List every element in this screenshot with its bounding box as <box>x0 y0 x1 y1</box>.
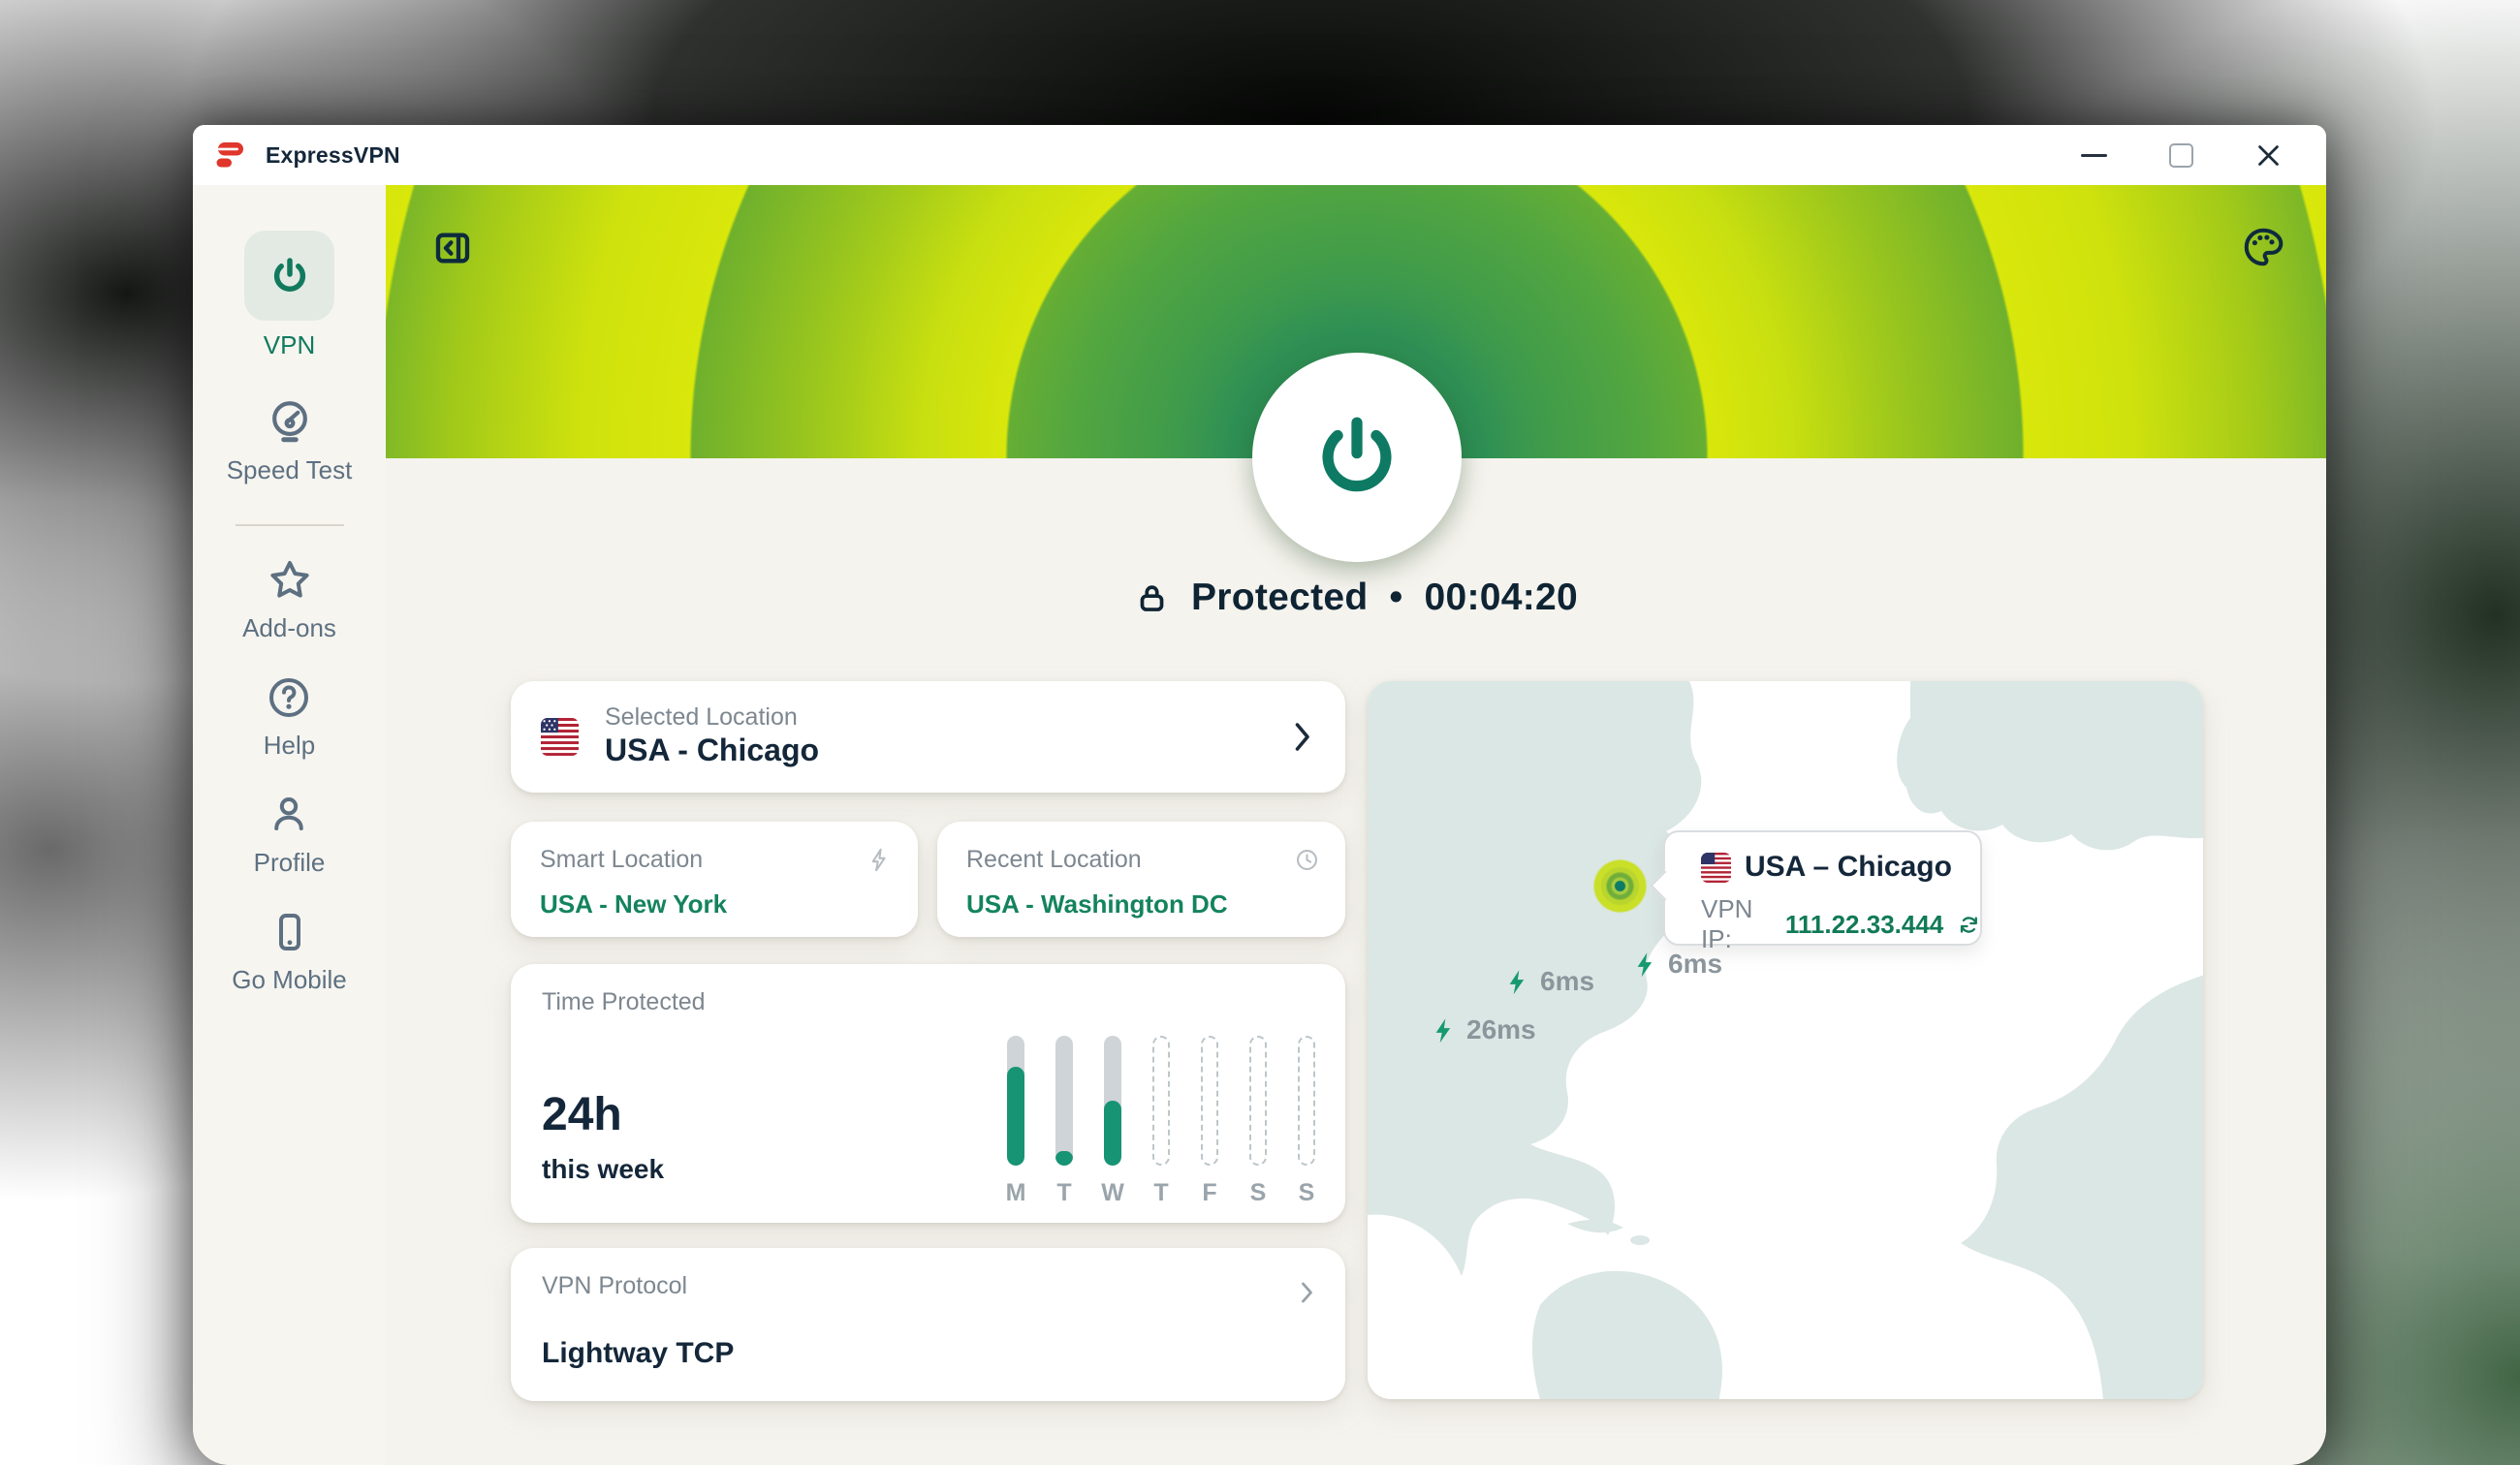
time-protected-card: Time Protected 24h this week MTWTFSS <box>511 964 1345 1223</box>
sidebar-item-label: Add-ons <box>242 613 336 642</box>
status-separator: • <box>1389 577 1403 618</box>
expressvpn-window: ExpressVPN VPN Speed Test Add-ons Help P… <box>193 125 2326 1465</box>
palette-icon[interactable] <box>2242 226 2284 268</box>
selected-location-value: USA - Chicago <box>605 732 820 767</box>
smart-location-value: USA - New York <box>540 889 728 919</box>
vpn-tile <box>244 231 334 321</box>
chart-bar-0: M <box>1006 1036 1025 1207</box>
sidebar-item-profile[interactable]: Profile <box>253 792 326 878</box>
sidebar-item-label: Speed Test <box>226 455 353 484</box>
connected-location-marker[interactable] <box>1592 858 1648 914</box>
chart-bar-3: T <box>1152 1036 1170 1207</box>
sidebar-item-label: VPN <box>263 330 316 359</box>
help-circle-icon <box>269 678 309 717</box>
connect-power-button[interactable] <box>1252 353 1462 562</box>
latency-marker: 6ms <box>1503 966 1594 997</box>
chart-bar-2: W <box>1101 1036 1124 1207</box>
sidebar-item-help[interactable]: Help <box>264 674 315 761</box>
smart-location-card[interactable]: Smart Location USA - New York <box>511 822 918 937</box>
power-icon <box>1322 417 1392 492</box>
sidebar-collapse-icon[interactable] <box>433 229 472 267</box>
clock-icon <box>1297 850 1317 870</box>
sidebar-item-label: Help <box>263 731 316 760</box>
sidebar: VPN Speed Test Add-ons Help Profile Go M… <box>193 185 387 1465</box>
main-area: Protected • 00:04:20 Selected Location U… <box>386 185 2326 1465</box>
latency-marker: 6ms <box>1631 949 1722 980</box>
latency-value: 6ms <box>1668 949 1723 979</box>
status-label: Protected <box>1190 577 1369 618</box>
time-protected-total: 24h <box>542 1089 622 1140</box>
smartphone-icon <box>278 914 300 951</box>
expressvpn-logo-icon <box>216 142 243 168</box>
smart-location-label: Smart Location <box>540 846 704 873</box>
map-card: USA – Chicago VPN IP: 111.22.33.444 6ms <box>1368 681 2203 1399</box>
sidebar-item-add-ons[interactable]: Add-ons <box>242 557 336 643</box>
recent-location-value: USA - Washington DC <box>966 889 1228 919</box>
vpn-ip-label: VPN IP: <box>1701 894 1753 953</box>
connection-status-row: Protected • 00:04:20 <box>386 577 2326 619</box>
maximize-icon[interactable] <box>2169 142 2193 168</box>
lightning-bolt-icon <box>871 848 886 872</box>
chevron-right-icon <box>1295 723 1309 751</box>
chart-bar-5: S <box>1249 1036 1267 1207</box>
time-protected-label: Time Protected <box>542 988 706 1015</box>
latency-value: 6ms <box>1540 966 1595 996</box>
selected-location-label: Selected Location <box>605 703 798 731</box>
power-icon <box>273 257 305 292</box>
user-icon <box>274 797 304 830</box>
sidebar-item-label: Profile <box>253 848 326 877</box>
vpn-protocol-card[interactable]: VPN Protocol Lightway TCP <box>511 1248 1345 1401</box>
map-tooltip: USA – Chicago VPN IP: 111.22.33.444 <box>1650 830 1982 953</box>
chart-bar-6: S <box>1298 1036 1315 1207</box>
lock-icon <box>1140 584 1164 611</box>
us-flag-icon <box>1701 852 1731 883</box>
status-timer: 00:04:20 <box>1424 577 1579 618</box>
minimize-icon[interactable] <box>2081 153 2107 157</box>
chart-bar-1: T <box>1055 1036 1073 1207</box>
speedometer-icon <box>271 401 307 443</box>
sidebar-item-go-mobile[interactable]: Go Mobile <box>232 909 347 995</box>
recent-location-card[interactable]: Recent Location USA - Washington DC <box>937 822 1345 937</box>
window-title: ExpressVPN <box>266 141 400 168</box>
recent-location-label: Recent Location <box>966 846 1142 873</box>
lightning-bolt-icon <box>1509 969 1525 994</box>
sidebar-item-label: Go Mobile <box>232 965 347 994</box>
us-flag-icon <box>541 718 579 756</box>
time-protected-period: this week <box>542 1154 665 1184</box>
titlebar: ExpressVPN <box>193 125 2326 185</box>
chevron-right-icon <box>1302 1282 1312 1303</box>
vpn-protocol-value: Lightway TCP <box>542 1337 735 1369</box>
window-controls <box>2081 142 2326 169</box>
lightning-bolt-icon <box>1637 951 1653 977</box>
latency-marker: 26ms <box>1430 1014 1536 1045</box>
selected-location-card[interactable]: Selected Location USA - Chicago <box>511 681 1345 793</box>
close-icon[interactable] <box>2255 142 2282 169</box>
sidebar-item-vpn[interactable]: VPN <box>244 231 334 360</box>
tooltip-location: USA – Chicago <box>1745 851 1952 883</box>
latency-value: 26ms <box>1466 1014 1536 1044</box>
lightning-bolt-icon <box>1435 1017 1451 1043</box>
vpn-protocol-label: VPN Protocol <box>542 1272 688 1299</box>
chart-bar-4: F <box>1201 1036 1218 1207</box>
vpn-ip-value: 111.22.33.444 <box>1784 909 1944 939</box>
sidebar-item-speed-test[interactable]: Speed Test <box>226 397 353 485</box>
refresh-icon[interactable] <box>1958 912 1980 938</box>
star-icon <box>269 561 309 598</box>
sidebar-divider <box>235 524 344 526</box>
time-protected-chart: MTWTFSS <box>1006 1036 1315 1207</box>
